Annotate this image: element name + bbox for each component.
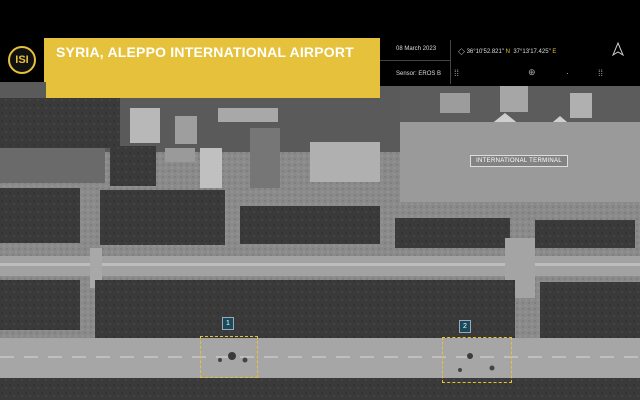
logo-box: ISI xyxy=(0,38,46,82)
isi-logo-icon: ISI xyxy=(8,46,36,74)
target-icon: ⊕ xyxy=(528,67,536,77)
imagery-frame: ISI SYRIA, ALEPPO INTERNATIONAL AIRPORT … xyxy=(0,0,640,400)
damage-marker-1 xyxy=(200,336,258,378)
coordinates: ◇ 36°10'52.821" N 37°13'17.425" E xyxy=(458,46,556,57)
marker-badge-2: 2 xyxy=(459,320,471,333)
north-arrow-icon xyxy=(612,42,624,56)
longitude-dir: E xyxy=(552,48,557,55)
divider xyxy=(450,40,451,84)
title-bar: SYRIA, ALEPPO INTERNATIONAL AIRPORT xyxy=(46,38,380,98)
sensor-label: Sensor: xyxy=(396,71,417,77)
damage-marker-2 xyxy=(442,337,512,383)
latitude: 36°10'52.821" xyxy=(466,48,504,55)
terminal-label: INTERNATIONAL TERMINAL xyxy=(470,155,568,167)
marker-badge-1: 1 xyxy=(222,317,234,330)
latitude-dir: N xyxy=(505,48,510,55)
divider xyxy=(380,60,450,61)
top-black-band xyxy=(0,0,640,38)
page-title: SYRIA, ALEPPO INTERNATIONAL AIRPORT xyxy=(56,44,354,60)
sensor-info: Sensor: EROS B xyxy=(396,71,441,77)
dot-icon: · xyxy=(566,68,569,78)
grid-icon: ⁞⁞ xyxy=(454,68,460,78)
info-panel: 08 March 2023 Sensor: EROS B ◇ 36°10'52.… xyxy=(380,38,640,86)
crosshair-icon: ◇ xyxy=(458,46,465,56)
sensor-value: EROS B xyxy=(418,71,442,77)
capture-date: 08 March 2023 xyxy=(396,46,437,52)
grid-icon: ⁞⁞ xyxy=(598,68,604,78)
longitude: 37°13'17.425" xyxy=(513,48,551,55)
